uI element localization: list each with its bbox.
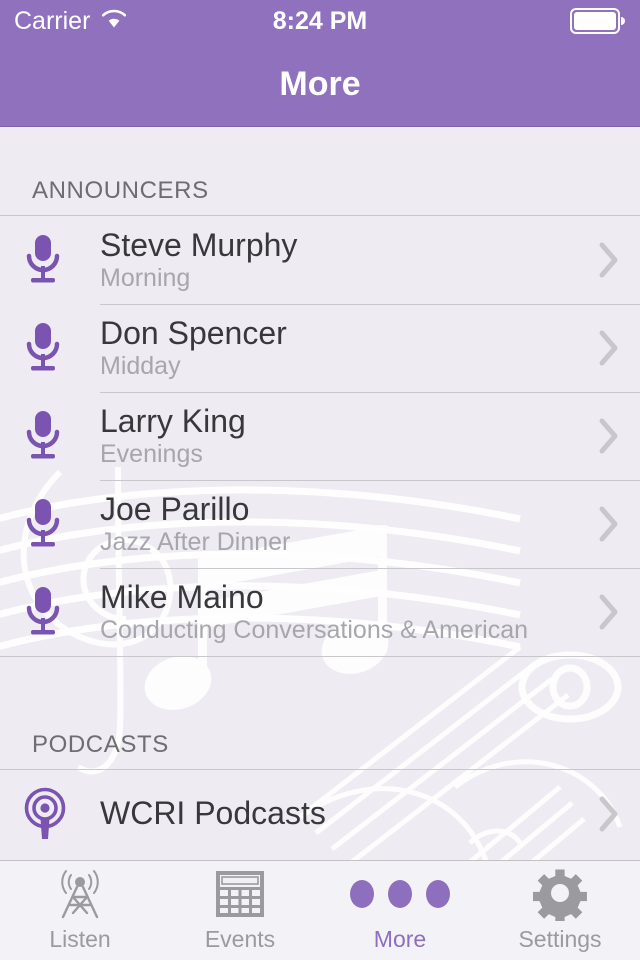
list-item-title: Larry King <box>100 402 246 439</box>
list-item-subtitle: Morning <box>100 263 191 292</box>
chevron-right-icon <box>584 241 620 279</box>
main-content: ANNOUNCERS Steve Murphy Morning Don Spen… <box>0 127 640 860</box>
section-header-podcasts: PODCASTS <box>0 657 640 769</box>
podcasts-list: WCRI Podcasts <box>0 769 640 858</box>
ellipsis-dot <box>388 880 412 908</box>
list-item-text: WCRI Podcasts <box>100 796 584 831</box>
microphone-icon <box>22 585 100 639</box>
list-item-text: Don Spencer Midday <box>100 314 584 381</box>
list-item-title: Mike Maino <box>100 578 264 615</box>
chevron-right-icon <box>584 329 620 367</box>
microphone-icon <box>22 409 100 463</box>
list-item[interactable]: WCRI Podcasts <box>0 770 640 858</box>
navigation-bar: More <box>0 42 640 127</box>
tab-label: More <box>373 926 427 952</box>
chevron-right-icon <box>584 505 620 543</box>
list-item-text: Larry King Evenings <box>100 402 584 469</box>
calendar-icon <box>215 868 265 920</box>
list-item-subtitle: Evenings <box>100 439 203 468</box>
carrier-group: Carrier <box>14 7 128 36</box>
tab-label: Events <box>204 926 276 952</box>
list-item-text: Joe Parillo Jazz After Dinner <box>100 490 584 557</box>
list-item-title: WCRI Podcasts <box>100 795 326 832</box>
list-item[interactable]: Don Spencer Midday <box>0 304 640 392</box>
page-title: More <box>279 64 361 103</box>
ellipsis-dot <box>350 880 374 908</box>
list-item[interactable]: Larry King Evenings <box>0 392 640 480</box>
list-item-title: Don Spencer <box>100 314 287 351</box>
gear-icon <box>533 868 587 921</box>
ellipsis-icon <box>350 868 450 920</box>
list-item-text: Steve Murphy Morning <box>100 226 584 293</box>
tab-listen[interactable]: Listen <box>0 861 160 960</box>
tab-more[interactable]: More <box>320 861 480 960</box>
list-item[interactable]: Joe Parillo Jazz After Dinner <box>0 480 640 568</box>
list-item-text: Mike Maino Conducting Conversations & Am… <box>100 578 584 645</box>
chevron-right-icon <box>584 417 620 455</box>
tab-bar: Listen Events More Settings <box>0 860 640 960</box>
podcast-icon <box>22 787 100 841</box>
list-item-title: Joe Parillo <box>100 490 250 527</box>
section-header-label: ANNOUNCERS <box>32 177 209 204</box>
section-header-announcers: ANNOUNCERS <box>0 127 640 215</box>
tab-events[interactable]: Events <box>160 861 320 960</box>
list-item-subtitle: Jazz After Dinner <box>100 527 291 556</box>
chevron-right-icon <box>584 593 620 631</box>
battery-full-icon <box>570 8 626 34</box>
microphone-icon <box>22 321 100 375</box>
wifi-icon <box>100 7 128 36</box>
list-item-subtitle: Midday <box>100 351 181 380</box>
carrier-label: Carrier <box>14 6 91 35</box>
list-item-subtitle: Conducting Conversations & American <box>100 615 529 644</box>
ellipsis-dot <box>426 880 450 908</box>
section-header-label: PODCASTS <box>32 731 169 758</box>
list-item-title: Steve Murphy <box>100 226 298 263</box>
list-item[interactable]: Steve Murphy Morning <box>0 216 640 304</box>
tab-settings[interactable]: Settings <box>480 861 640 960</box>
microphone-icon <box>22 233 100 287</box>
radio-tower-icon <box>53 868 107 920</box>
list-item[interactable]: Mike Maino Conducting Conversations & Am… <box>0 568 640 656</box>
announcers-list: Steve Murphy Morning Don Spencer Midday <box>0 215 640 656</box>
status-bar: Carrier 8:24 PM <box>0 0 640 42</box>
microphone-icon <box>22 497 100 551</box>
chevron-right-icon <box>584 795 620 833</box>
tab-label: Listen <box>49 926 111 952</box>
tab-label: Settings <box>518 926 602 952</box>
